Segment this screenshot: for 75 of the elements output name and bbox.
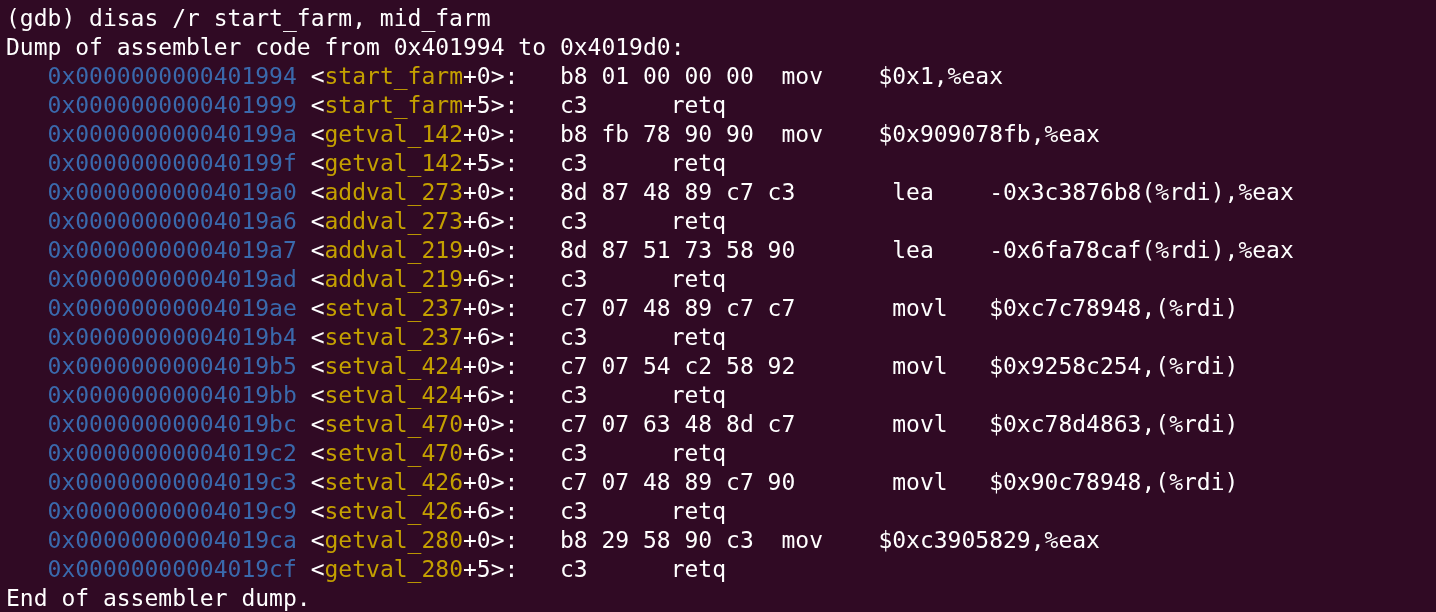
assembly-instruction: retq [670,556,727,582]
instruction-address: 0x00000000004019a6 [47,208,297,234]
assembly-instruction: retq [670,150,727,176]
symbol-offset: <setval_470+0>: [310,411,519,437]
instruction-address: 0x00000000004019a0 [47,179,297,205]
assembly-instruction: retq [670,92,727,118]
symbol-offset: <addval_273+6>: [310,208,519,234]
assembly-instruction: retq [670,324,727,350]
symbol-offset: <setval_426+0>: [310,469,519,495]
symbol-offset: <setval_426+6>: [310,498,519,524]
machine-bytes: c3 [559,150,588,176]
instruction-address: 0x000000000040199f [47,150,297,176]
assembly-instruction: retq [670,498,727,524]
instruction-address: 0x000000000040199a [47,121,297,147]
gdb-command: (gdb) disas /r start_farm, mid_farm [6,5,491,31]
assembly-instruction: retq [670,208,727,234]
assembly-instruction: lea -0x3c3876b8(%rdi),%eax [892,179,1294,205]
assembly-instruction: movl $0xc7c78948,(%rdi) [892,295,1239,321]
instruction-address: 0x0000000000401994 [47,63,297,89]
assembly-instruction: retq [670,382,727,408]
instruction-address: 0x00000000004019a7 [47,237,297,263]
machine-bytes: c3 [559,266,588,292]
machine-bytes: c3 [559,556,588,582]
instruction-address: 0x0000000000401999 [47,92,297,118]
instruction-address: 0x00000000004019ae [47,295,297,321]
machine-bytes: 8d 87 48 89 c7 c3 [559,179,796,205]
assembly-instruction: mov $0x909078fb,%eax [781,121,1100,147]
assembly-instruction: movl $0x90c78948,(%rdi) [892,469,1239,495]
machine-bytes: c3 [559,382,588,408]
symbol-offset: <start_farm+0>: [310,63,519,89]
machine-bytes: c3 [559,92,588,118]
machine-bytes: c3 [559,440,588,466]
instruction-address: 0x00000000004019c2 [47,440,297,466]
instruction-address: 0x00000000004019bb [47,382,297,408]
assembly-instruction: lea -0x6fa78caf(%rdi),%eax [892,237,1294,263]
machine-bytes: c7 07 54 c2 58 92 [559,353,796,379]
symbol-offset: <setval_470+6>: [310,440,519,466]
symbol-offset: <setval_424+6>: [310,382,519,408]
symbol-offset: <start_farm+5>: [310,92,519,118]
instruction-address: 0x00000000004019b5 [47,353,297,379]
instruction-address: 0x00000000004019ad [47,266,297,292]
symbol-offset: <addval_219+6>: [310,266,519,292]
instruction-address: 0x00000000004019b4 [47,324,297,350]
assembly-instruction: mov $0xc3905829,%eax [781,527,1100,553]
machine-bytes: c7 07 63 48 8d c7 [559,411,796,437]
instruction-address: 0x00000000004019bc [47,411,297,437]
machine-bytes: c3 [559,498,588,524]
instruction-address: 0x00000000004019c9 [47,498,297,524]
assembly-instruction: movl $0xc78d4863,(%rdi) [892,411,1239,437]
symbol-offset: <getval_142+0>: [310,121,519,147]
symbol-offset: <addval_219+0>: [310,237,519,263]
dump-header: Dump of assembler code from 0x401994 to 0x4019d0: [6,34,685,60]
machine-bytes: b8 01 00 00 00 [559,63,754,89]
assembly-instruction: retq [670,266,727,292]
instruction-address: 0x00000000004019ca [47,527,297,553]
machine-bytes: c7 07 48 89 c7 c7 [559,295,796,321]
symbol-offset: <setval_237+0>: [310,295,519,321]
machine-bytes: c3 [559,208,588,234]
symbol-offset: <getval_142+5>: [310,150,519,176]
assembly-instruction: mov $0x1,%eax [781,63,1003,89]
instruction-address: 0x00000000004019c3 [47,469,297,495]
machine-bytes: c3 [559,324,588,350]
instruction-address: 0x00000000004019cf [47,556,297,582]
assembly-instruction: movl $0x9258c254,(%rdi) [892,353,1239,379]
symbol-offset: <setval_424+0>: [310,353,519,379]
assembly-instruction: retq [670,440,727,466]
symbol-offset: <getval_280+0>: [310,527,519,553]
symbol-offset: <getval_280+5>: [310,556,519,582]
dump-footer: End of assembler dump. [6,585,311,611]
symbol-offset: <setval_237+6>: [310,324,519,350]
symbol-offset: <addval_273+0>: [310,179,519,205]
machine-bytes: 8d 87 51 73 58 90 [559,237,796,263]
machine-bytes: c7 07 48 89 c7 90 [559,469,796,495]
machine-bytes: b8 29 58 90 c3 [559,527,754,553]
machine-bytes: b8 fb 78 90 90 [559,121,754,147]
